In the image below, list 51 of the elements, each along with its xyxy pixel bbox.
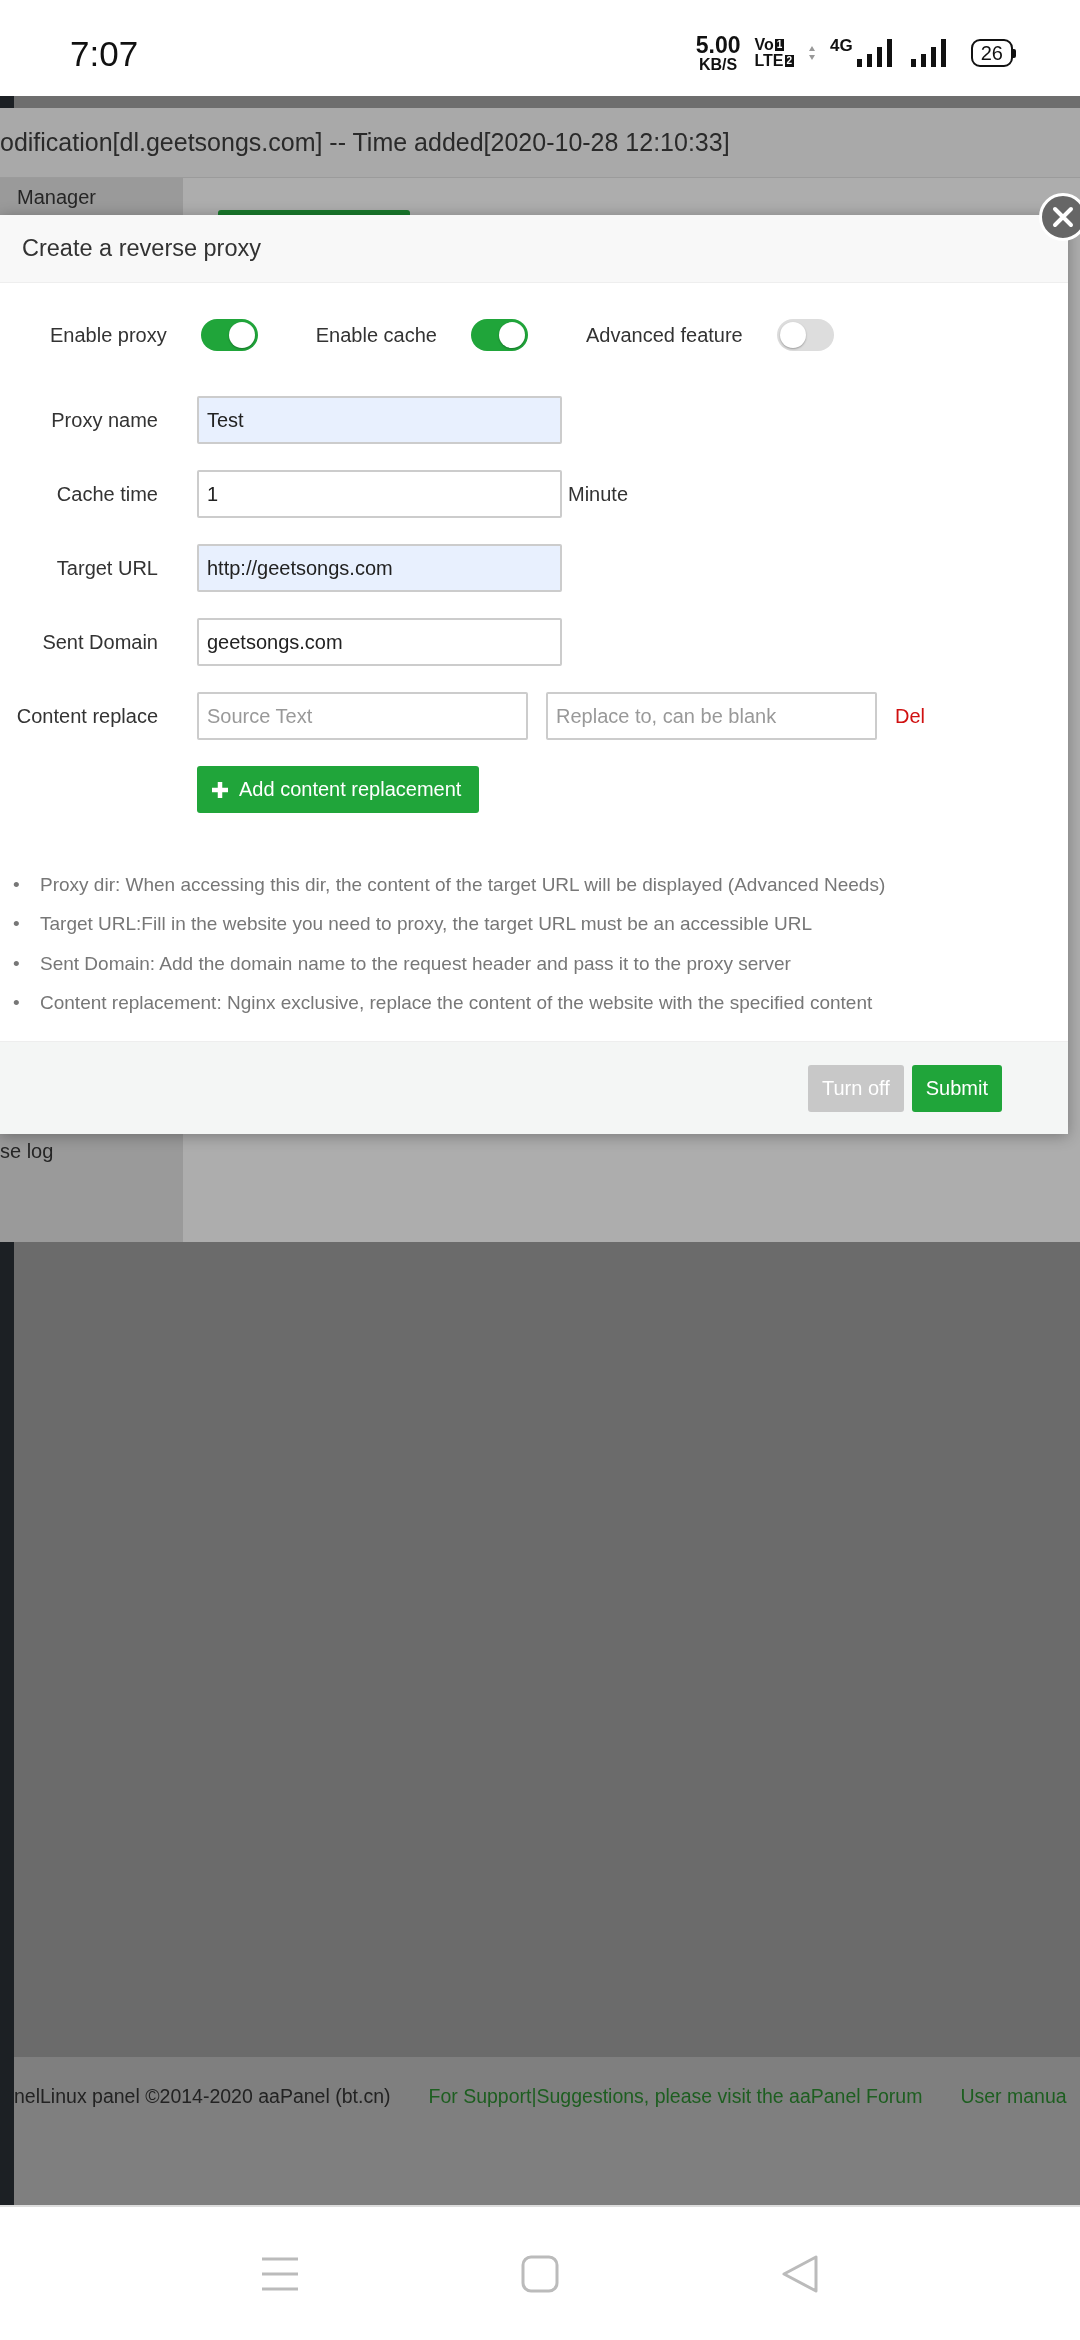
toggle-label: Enable proxy [50, 323, 167, 347]
network-speed: 5.00 [695, 33, 741, 57]
battery-level: 26 [970, 39, 1016, 67]
delete-link[interactable]: Del [895, 704, 925, 728]
back-icon[interactable] [781, 2253, 819, 2294]
bullet-mark: • [13, 951, 21, 976]
bullet-mark: • [13, 873, 21, 897]
home-icon[interactable] [521, 2254, 559, 2293]
note-item: Content replacement: Nginx exclusive, replace the content of the website with the specified content [40, 990, 873, 1015]
sim-badge: 1 [774, 39, 785, 51]
data-arrows-icon [808, 45, 817, 61]
unit-label: Minute [568, 482, 629, 506]
speed-unit: KB/S [698, 56, 738, 73]
toggle-switch[interactable] [470, 319, 528, 351]
close-icon [1052, 206, 1074, 228]
modal-title: Create a reverse proxy [22, 235, 262, 262]
field-label: Proxy name [50, 408, 158, 432]
note-item: Target URL:Fill in the website you need to proxy, the target URL must be an accessible URL [40, 912, 812, 937]
toggle-switch[interactable] [776, 319, 834, 351]
text-field[interactable]: 1 [197, 470, 562, 518]
text-field[interactable]: Source Text [197, 692, 528, 740]
toggle-label: Enable cache [315, 323, 437, 347]
signal-icon [908, 37, 949, 69]
field-label: Cache time [55, 482, 158, 506]
copyright-text: nelLinux panel ©2014-2020 aaPanel (bt.cn) [14, 2085, 391, 2109]
bullet-mark: • [13, 912, 21, 937]
lte-label: LTE [754, 53, 784, 69]
clock-time: 7:07 [70, 34, 139, 74]
field-label: Content replace [15, 704, 158, 728]
menu-icon[interactable] [261, 2256, 299, 2291]
volte-label: Vo [754, 37, 774, 53]
toggle-switch[interactable] [200, 319, 258, 351]
text-field[interactable]: http://geetsongs.com [197, 544, 562, 592]
field-label: Target URL [55, 556, 158, 580]
add-replacement-button[interactable]: Add content replacement [197, 766, 480, 813]
toggle-label: Advanced feature [585, 323, 743, 347]
note-item: Sent Domain: Add the domain name to the request header and pass it to the proxy server [40, 951, 791, 976]
page-title: odification[dl.geetsongs.com] -- Time added[2020-10-28 12:10:33] [0, 128, 730, 157]
submit-button[interactable]: Submit [911, 1064, 1002, 1112]
plus-icon [211, 780, 229, 799]
signal-icon [854, 37, 895, 69]
sim-badge: 2 [784, 55, 795, 67]
field-label: Sent Domain [41, 630, 158, 654]
text-field[interactable]: Test [197, 396, 562, 444]
bullet-mark: • [13, 990, 21, 1015]
text-field[interactable]: geetsongs.com [197, 618, 562, 666]
sidebar-item[interactable]: se log [0, 1140, 54, 1163]
sidebar-item[interactable]: Manager [17, 186, 96, 209]
note-item: Proxy dir: When accessing this dir, the content of the target URL will be displayed (Advanced Needs) [40, 873, 886, 897]
text-field[interactable]: Replace to, can be blank [546, 692, 877, 740]
network-type: 4G [830, 35, 853, 56]
